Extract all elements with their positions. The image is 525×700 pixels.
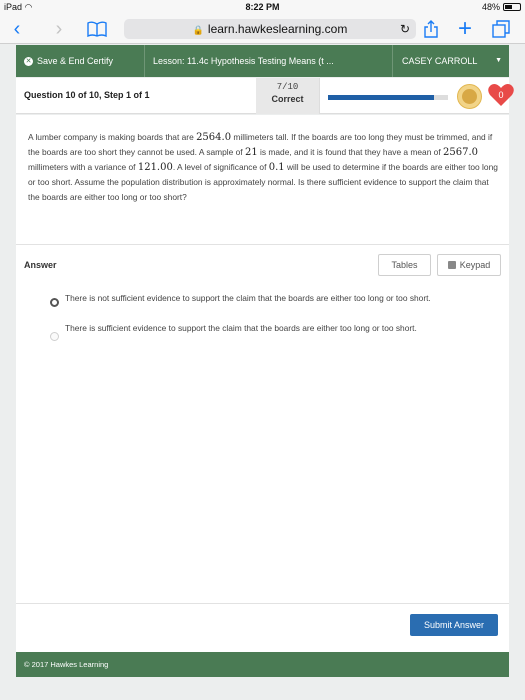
- question-text-part: millimeters with a variance of: [28, 162, 138, 172]
- answer-option-text: There is not sufficient evidence to supp…: [65, 293, 431, 303]
- battery-percent: 48%: [481, 2, 500, 12]
- address-bar[interactable]: 🔒 learn.hawkeslearning.com ↻: [124, 19, 416, 39]
- save-end-certify-button[interactable]: ✕ Save & End Certify: [24, 45, 144, 77]
- progress-fill: [328, 95, 434, 100]
- calculator-icon: [447, 261, 456, 269]
- share-icon[interactable]: [420, 18, 442, 40]
- hawk-coin-icon: [457, 84, 482, 109]
- status-bar: iPad ◠ 8:22 PM 48%: [0, 0, 525, 14]
- answer-option-sufficient[interactable]: There is sufficient evidence to support …: [50, 321, 460, 335]
- progress-bar: [328, 95, 448, 100]
- question-panel: A lumber company is making boards that a…: [16, 115, 509, 652]
- score-box: 7/10 Correct: [256, 78, 320, 114]
- bookmarks-icon[interactable]: [86, 18, 108, 40]
- reload-icon[interactable]: ↻: [400, 19, 410, 39]
- battery-icon: [503, 3, 521, 11]
- tall-value: 2564.0: [196, 132, 232, 143]
- new-tab-icon[interactable]: +: [454, 17, 476, 41]
- clock: 8:22 PM: [245, 2, 280, 12]
- divider: [392, 45, 393, 77]
- alpha-value: 0.1: [268, 162, 285, 173]
- tables-button[interactable]: Tables: [378, 254, 431, 276]
- caret-down-icon: ▼: [495, 57, 502, 64]
- question-text: A lumber company is making boards that a…: [28, 130, 498, 205]
- lock-icon: 🔒: [192, 25, 204, 35]
- hearts-count: 0: [498, 90, 503, 100]
- answer-option-not-sufficient[interactable]: There is not sufficient evidence to supp…: [50, 291, 460, 305]
- keypad-button[interactable]: Keypad: [437, 254, 501, 276]
- close-circle-icon: ✕: [24, 57, 33, 67]
- keypad-label: Keypad: [459, 260, 491, 270]
- question-text-part: . A level of significance of: [172, 162, 269, 172]
- sample-size: 21: [244, 147, 258, 158]
- divider: [16, 603, 509, 604]
- back-icon[interactable]: ‹: [6, 18, 28, 40]
- user-menu[interactable]: CASEY CARROLL ▼: [402, 45, 502, 77]
- answer-label: Answer: [24, 260, 57, 270]
- url-text: learn.hawkeslearning.com: [207, 22, 348, 36]
- battery-status: 48%: [482, 2, 521, 12]
- footer: © 2017 Hawkes Learning: [16, 652, 509, 677]
- save-end-label: Save & End Certify: [37, 56, 114, 66]
- question-title: Question 10 of 10, Step 1 of 1: [24, 90, 150, 100]
- course-header: ✕ Save & End Certify Lesson: 11.4c Hypoth…: [16, 45, 509, 77]
- heart-icon: 0: [488, 83, 514, 107]
- variance-value: 121.00: [137, 162, 173, 173]
- question-text-part: A lumber company is making boards that a…: [28, 132, 197, 142]
- user-name: CASEY CARROLL: [402, 56, 478, 66]
- lesson-title: Lesson: 11.4c Hypothesis Testing Means (…: [153, 56, 334, 66]
- score-ratio: 7/10: [276, 82, 299, 92]
- question-text-part: is made, and it is found that they have …: [257, 147, 443, 157]
- forward-icon[interactable]: ›: [48, 18, 70, 40]
- divider: [144, 45, 145, 77]
- score-label: Correct: [271, 94, 304, 104]
- answer-option-text: There is sufficient evidence to support …: [65, 323, 417, 333]
- divider: [16, 244, 509, 245]
- tabs-icon[interactable]: [490, 18, 512, 40]
- question-header: Question 10 of 10, Step 1 of 1 7/10 Corr…: [16, 78, 514, 114]
- browser-toolbar: ‹ › 🔒 learn.hawkeslearning.com ↻ +: [0, 14, 525, 44]
- submit-answer-button[interactable]: Submit Answer: [410, 614, 498, 636]
- mean-value: 2567.0: [443, 147, 478, 158]
